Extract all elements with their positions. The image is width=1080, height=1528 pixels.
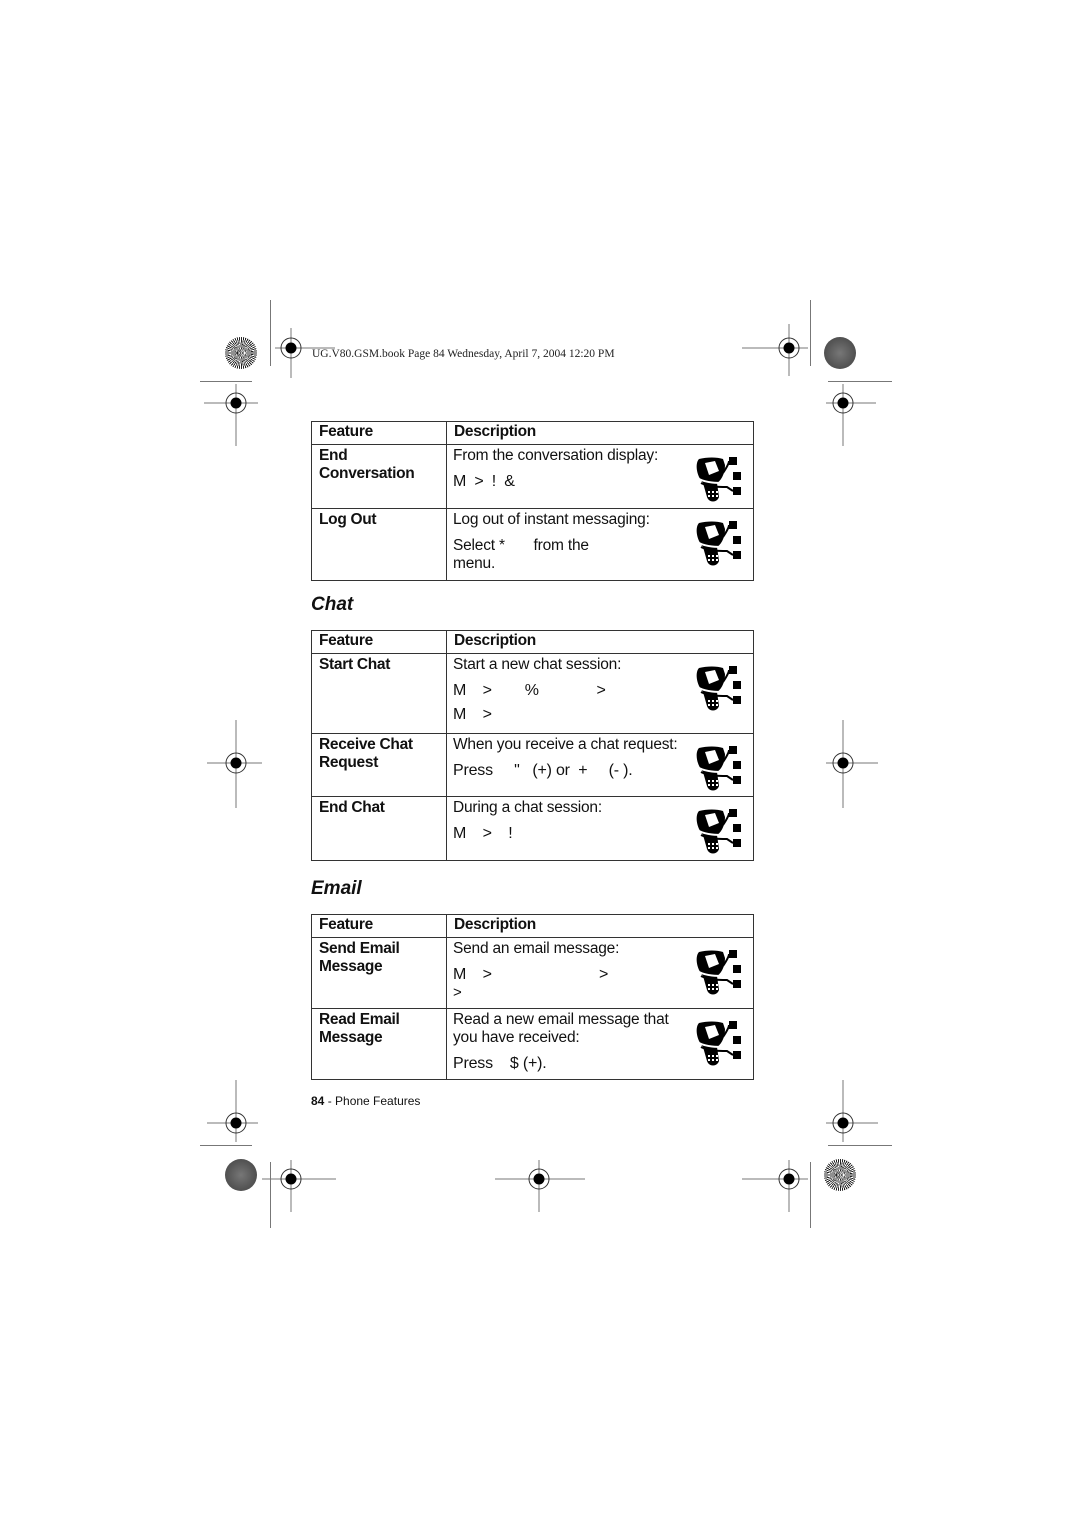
- table-header-row: Feature Description: [311, 630, 754, 654]
- table-row: Read Email Message Read a new email mess…: [311, 1008, 754, 1080]
- column-header-feature: Feature: [311, 630, 447, 654]
- calibration-disc-icon: [824, 1159, 856, 1191]
- registration-mark-icon: [742, 1160, 808, 1212]
- registration-mark-icon: [207, 1080, 258, 1142]
- feature-name: Receive Chat Request: [311, 733, 447, 797]
- crop-line: [810, 1162, 811, 1228]
- feature-description: From the conversation display: M > ! &: [446, 444, 754, 509]
- table-row: Receive Chat Request When you receive a …: [311, 733, 754, 797]
- feature-description: During a chat session: M > !: [446, 796, 754, 861]
- feature-description: Start a new chat session: M > % > M >: [446, 653, 754, 734]
- phone-network-icon: [695, 808, 742, 855]
- page-number: 84: [311, 1094, 325, 1108]
- feature-description: Send an email message: M > > >: [446, 937, 754, 1009]
- section-title-email: Email: [311, 878, 362, 899]
- page-footer: 84 - Phone Features: [311, 1094, 420, 1108]
- calibration-disc-icon: [824, 337, 856, 369]
- table-row: Log Out Log out of instant messaging: Se…: [311, 508, 754, 581]
- column-header-description: Description: [446, 914, 754, 938]
- table-header-row: Feature Description: [311, 421, 754, 445]
- table-header-row: Feature Description: [311, 914, 754, 938]
- feature-name: End Chat: [311, 796, 447, 861]
- registration-mark-icon: [207, 720, 262, 808]
- column-header-feature: Feature: [311, 421, 447, 445]
- phone-network-icon: [695, 520, 742, 567]
- column-header-description: Description: [446, 421, 754, 445]
- crop-line: [810, 300, 811, 366]
- feature-name: Send Email Message: [311, 937, 447, 1009]
- crop-line: [828, 1145, 892, 1146]
- registration-mark-icon: [826, 384, 876, 446]
- feature-description: Log out of instant messaging: Select * f…: [446, 508, 754, 581]
- registration-mark-icon: [262, 1160, 336, 1212]
- crop-line: [200, 1145, 252, 1146]
- calibration-disc-icon: [225, 1159, 257, 1191]
- section-title-chat: Chat: [311, 594, 354, 615]
- crop-line: [200, 381, 252, 382]
- registration-mark-icon: [826, 1080, 878, 1142]
- print-header: UG.V80.GSM.book Page 84 Wednesday, April…: [312, 348, 615, 360]
- table-row: End Chat During a chat session: M > !: [311, 796, 754, 861]
- chat-feature-table: Feature Description Start Chat Start a n…: [311, 630, 754, 861]
- phone-network-icon: [695, 665, 742, 712]
- email-feature-table: Feature Description Send Email Message S…: [311, 914, 754, 1080]
- phone-network-icon: [695, 949, 742, 996]
- calibration-disc-icon: [225, 337, 257, 369]
- feature-name: End Conversation: [311, 444, 447, 509]
- feature-description: When you receive a chat request: Press "…: [446, 733, 754, 797]
- feature-description: Read a new email message that you have r…: [446, 1008, 754, 1080]
- phone-network-icon: [695, 1020, 742, 1067]
- im-feature-table: Feature Description End Conversation Fro…: [311, 421, 754, 581]
- registration-mark-icon: [742, 324, 808, 376]
- column-header-feature: Feature: [311, 914, 447, 938]
- table-row: Start Chat Start a new chat session: M >…: [311, 653, 754, 734]
- feature-name: Start Chat: [311, 653, 447, 734]
- footer-section-name: - Phone Features: [324, 1094, 421, 1108]
- phone-network-icon: [695, 745, 742, 792]
- column-header-description: Description: [446, 630, 754, 654]
- table-row: End Conversation From the conversation d…: [311, 444, 754, 509]
- crop-line: [828, 381, 892, 382]
- feature-name: Read Email Message: [311, 1008, 447, 1080]
- registration-mark-icon: [204, 384, 258, 446]
- registration-mark-icon: [495, 1160, 585, 1212]
- table-row: Send Email Message Send an email message…: [311, 937, 754, 1009]
- feature-name: Log Out: [311, 508, 447, 581]
- registration-mark-icon: [826, 720, 878, 808]
- phone-network-icon: [695, 456, 742, 503]
